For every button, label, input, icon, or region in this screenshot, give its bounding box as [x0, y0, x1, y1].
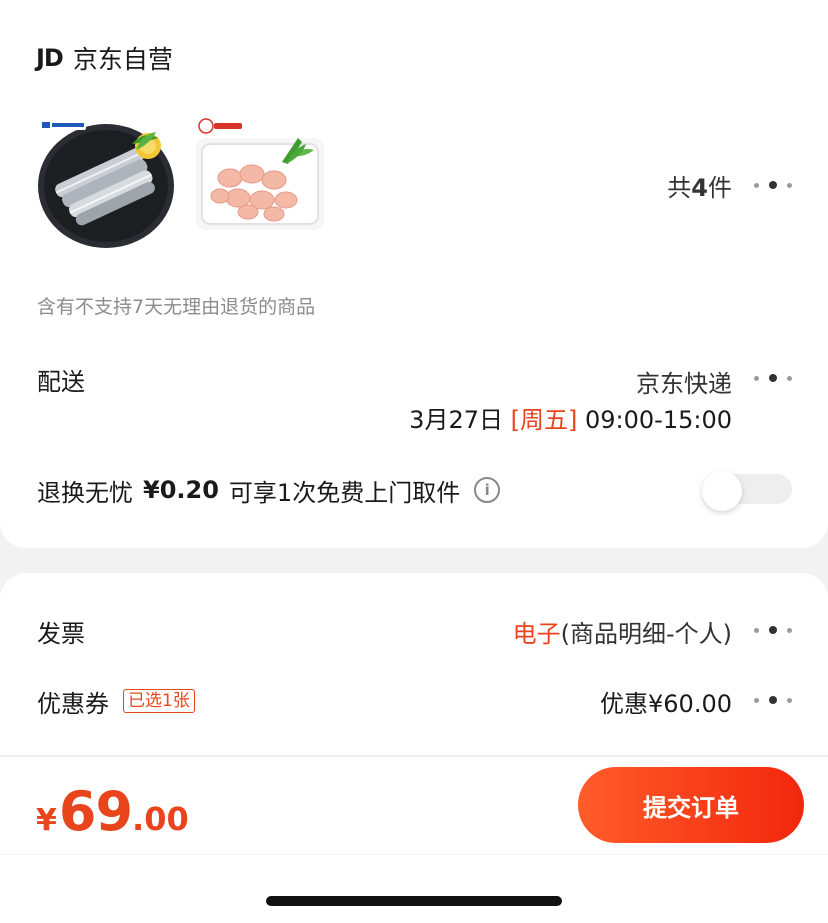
return-policy-notice: 含有不支持7天无理由退货的商品 — [37, 296, 316, 318]
delivery-weekday: [周五] — [510, 406, 578, 434]
total-integer: 69 — [58, 780, 133, 843]
total-price: ¥ 69 .00 — [36, 780, 189, 843]
item-count[interactable]: 共4件 — [667, 168, 732, 203]
invoice-coupon-card — [0, 573, 828, 755]
store-name: 京东自营 — [72, 45, 173, 74]
home-indicator[interactable] — [266, 896, 562, 906]
return-protection-toggle[interactable] — [702, 471, 792, 511]
delivery-carrier[interactable]: 京东快递 — [636, 364, 732, 399]
return-protection-row: 退换无忧 ¥0.20 可享1次免费上门取件 i — [37, 473, 501, 507]
item-count-number: 4 — [691, 174, 708, 202]
info-icon[interactable]: i — [474, 477, 501, 503]
coupon-row: 优惠券 已选1张 — [37, 684, 195, 718]
store-header: JD 京东自营 — [36, 40, 173, 76]
coupon-discount[interactable]: 优惠¥60.00 — [600, 684, 732, 719]
product-thumbnail-hairtail[interactable] — [36, 116, 176, 256]
submit-order-button[interactable]: 提交订单 — [578, 767, 804, 843]
bottom-safe-area — [0, 854, 828, 923]
return-protection-desc: 可享1次免费上门取件 — [228, 478, 461, 507]
item-count-suffix: 件 — [708, 174, 732, 202]
delivery-window: 09:00-15:00 — [585, 406, 732, 434]
more-dots-icon[interactable] — [754, 179, 792, 191]
return-protection-price: ¥0.20 — [143, 476, 219, 504]
total-decimal: .00 — [132, 800, 189, 838]
invoice-detail: (商品明细-个人) — [560, 620, 732, 648]
invoice-value[interactable]: 电子(商品明细-个人) — [513, 614, 732, 649]
coupon-label: 优惠券 — [37, 689, 109, 718]
delivery-time[interactable]: 3月27日 [周五] 09:00-15:00 — [409, 400, 732, 435]
more-dots-icon[interactable] — [754, 624, 792, 636]
invoice-label: 发票 — [37, 620, 85, 648]
currency-symbol: ¥ — [36, 803, 57, 838]
delivery-date: 3月27日 — [409, 406, 503, 434]
item-count-prefix: 共 — [667, 174, 692, 202]
order-items-card — [0, 0, 828, 548]
coupon-selected-badge: 已选1张 — [123, 689, 195, 713]
more-dots-icon[interactable] — [754, 372, 792, 384]
jd-logo: JD — [36, 44, 64, 72]
invoice-type: 电子 — [512, 620, 561, 648]
delivery-label: 配送 — [37, 368, 85, 396]
more-dots-icon[interactable] — [754, 694, 792, 706]
return-protection-label: 退换无忧 — [37, 478, 133, 507]
toggle-knob — [702, 471, 742, 511]
product-thumbnail-shrimp[interactable] — [190, 116, 330, 256]
